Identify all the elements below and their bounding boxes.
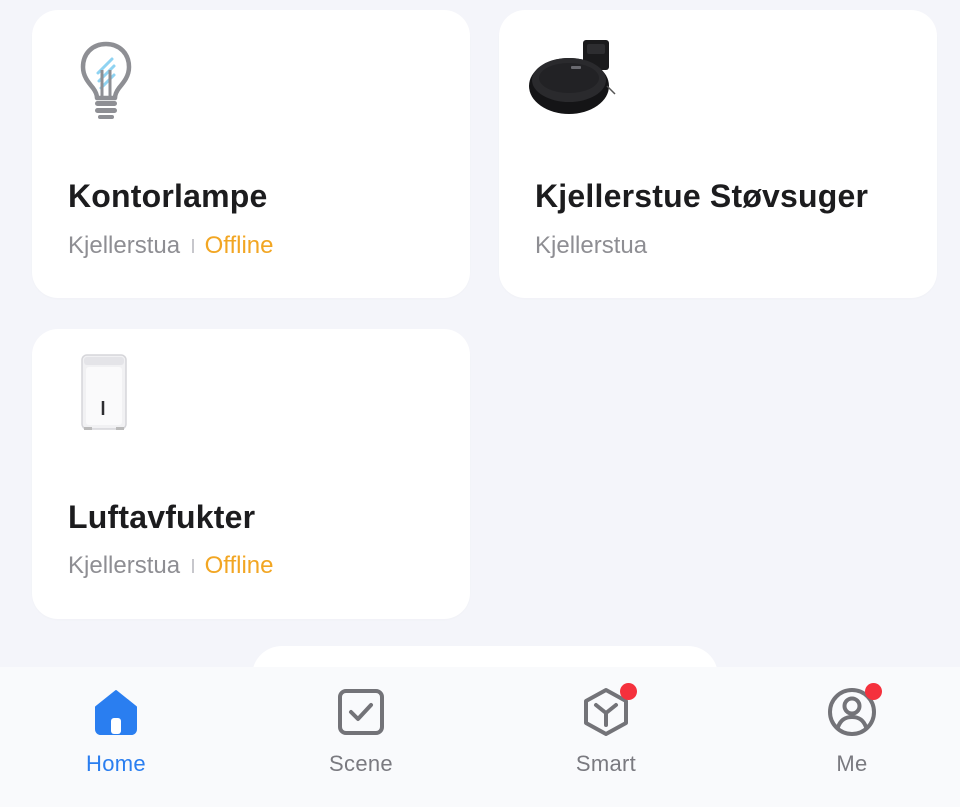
tab-smart[interactable]: Smart (506, 667, 706, 807)
tab-label: Smart (575, 751, 637, 776)
device-name: Kontorlampe (68, 178, 268, 214)
tab-scene[interactable]: Scene (261, 667, 461, 807)
device-room: Kjellerstua (68, 232, 181, 259)
notification-badge (865, 683, 882, 700)
notification-badge (620, 683, 637, 700)
tab-me[interactable]: Me (752, 667, 952, 807)
device-status-offline: Offline (204, 552, 274, 579)
tab-label: Scene (329, 751, 393, 776)
robot-vacuum-icon (529, 40, 616, 114)
device-name: Luftavfukter (68, 499, 256, 535)
device-status-offline: Offline (204, 232, 274, 259)
device-card-kontorlampe[interactable]: Kontorlampe Kjellerstua Offline (32, 10, 470, 298)
meta-divider (192, 559, 194, 573)
tab-label: Home (86, 751, 146, 776)
tab-label: Me (836, 751, 868, 776)
home-icon (95, 690, 137, 735)
device-room: Kjellerstua (68, 552, 181, 579)
bottom-tab-bar: Home Scene Smart Me (0, 667, 960, 807)
light-bulb-icon (80, 41, 132, 119)
meta-divider (192, 239, 194, 253)
tab-home[interactable]: Home (16, 667, 216, 807)
device-name: Kjellerstue Støvsuger (535, 178, 869, 214)
device-room: Kjellerstua (535, 232, 648, 259)
device-list-screen: Kontorlampe Kjellerstua Offline Kjellers… (0, 0, 960, 807)
device-meta: Kjellerstua (535, 232, 647, 260)
device-meta: Kjellerstua Offline (68, 552, 274, 580)
device-card-kjellerstue-stovsuger[interactable]: Kjellerstue Støvsuger Kjellerstua (499, 10, 937, 298)
device-meta: Kjellerstua Offline (68, 232, 274, 260)
device-card-luftavfukter[interactable]: Luftavfukter Kjellerstua Offline (32, 329, 470, 619)
dehumidifier-icon (81, 354, 127, 430)
scene-checkbox-icon (338, 689, 384, 735)
